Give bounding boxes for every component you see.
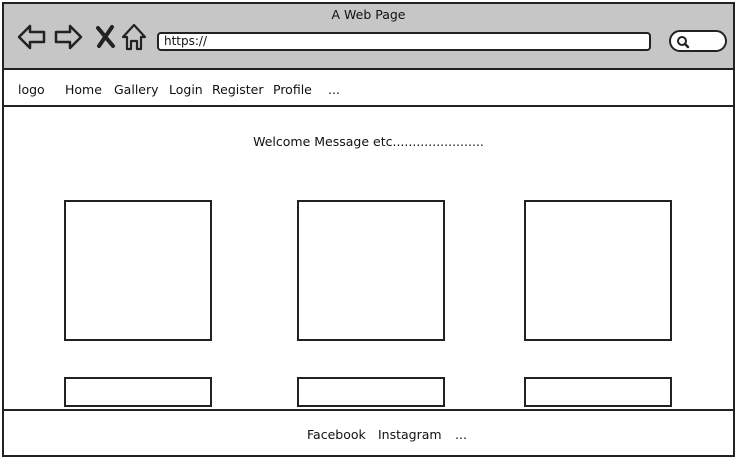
nav-link-gallery[interactable]: Gallery [114, 82, 159, 97]
gallery-caption-box[interactable] [64, 377, 212, 407]
gallery-image-placeholder[interactable] [524, 200, 672, 341]
url-input[interactable]: https:// [157, 32, 651, 51]
nav-link-home[interactable]: Home [65, 82, 102, 97]
forward-arrow-icon[interactable] [52, 21, 84, 53]
gallery-image-placeholder[interactable] [297, 200, 445, 341]
home-icon[interactable] [118, 21, 150, 53]
browser-chrome: A Web Page https:// [4, 4, 733, 70]
back-arrow-icon[interactable] [16, 21, 48, 53]
search-icon [677, 36, 690, 49]
footer-link-instagram[interactable]: Instagram [378, 427, 442, 442]
welcome-message: Welcome Message etc.....................… [253, 134, 484, 149]
footer-link-more[interactable]: ... [455, 427, 467, 442]
browser-window: A Web Page https:// logo Home Gallery Lo… [2, 2, 735, 457]
footer-link-facebook[interactable]: Facebook [307, 427, 366, 442]
nav-link-login[interactable]: Login [169, 82, 203, 97]
site-footer: Facebook Instagram ... [4, 409, 733, 455]
gallery-caption-box[interactable] [297, 377, 445, 407]
gallery-image-placeholder[interactable] [64, 200, 212, 341]
site-navbar: logo Home Gallery Login Register Profile… [4, 72, 733, 107]
search-button[interactable] [669, 30, 727, 52]
nav-link-profile[interactable]: Profile [273, 82, 312, 97]
nav-link-more[interactable]: ... [328, 82, 340, 97]
gallery-caption-box[interactable] [524, 377, 672, 407]
site-logo[interactable]: logo [18, 82, 45, 97]
nav-link-register[interactable]: Register [212, 82, 263, 97]
window-title: A Web Page [331, 7, 406, 22]
